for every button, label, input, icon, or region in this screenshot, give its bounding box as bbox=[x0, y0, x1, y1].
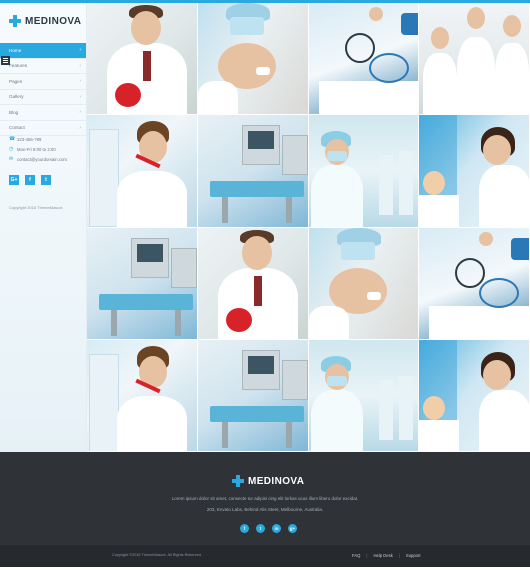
chevron-right-icon: › bbox=[79, 47, 81, 54]
sidebar: MEDINOVA Home › Features › Pages › Galle… bbox=[0, 0, 87, 452]
nav-item-label: Pages bbox=[9, 78, 23, 84]
nav-item-pages[interactable]: Pages › bbox=[0, 74, 86, 90]
nav-item-label: Gallery bbox=[9, 94, 24, 100]
contact-info: ☎ 123-456-789 ◷ Mon-Fri 8:00 to 2:00 ✉ c… bbox=[9, 134, 67, 164]
footer-logo-text: MEDINOVA bbox=[248, 475, 305, 487]
footer-link-support[interactable]: Support bbox=[406, 553, 421, 558]
phone-icon: ☎ bbox=[9, 136, 16, 142]
linkedin-icon[interactable]: in bbox=[272, 524, 281, 533]
chevron-right-icon: › bbox=[79, 109, 81, 116]
footer-address: 203, Envato Labs, Behind Alis Steet, Mel… bbox=[206, 507, 324, 512]
gallery-tile-operating-room[interactable] bbox=[197, 339, 309, 452]
gallery-tile-dentist[interactable] bbox=[308, 227, 420, 340]
sidebar-social: G+ f t bbox=[9, 175, 51, 185]
chevron-right-icon: › bbox=[79, 62, 81, 69]
contact-email-text[interactable]: contact@yourdomain.com bbox=[17, 157, 67, 162]
twitter-icon[interactable]: t bbox=[256, 524, 265, 533]
nav-item-label: Home bbox=[9, 47, 22, 53]
twitter-icon[interactable]: t bbox=[41, 175, 51, 185]
gallery-tile-operating-room[interactable] bbox=[197, 115, 309, 228]
gallery-tile-nurse-lab[interactable] bbox=[87, 339, 198, 452]
menu-toggle-button[interactable] bbox=[1, 56, 10, 65]
gallery-tile-hospital-corridor[interactable] bbox=[308, 115, 420, 228]
nav-item-label: Features bbox=[9, 63, 28, 69]
gallery-tile-nurse-lab[interactable] bbox=[87, 115, 198, 228]
medical-cross-icon bbox=[232, 475, 244, 487]
envelope-icon: ✉ bbox=[9, 156, 14, 162]
footer: MEDINOVA Lorem ipsum dolor sit amet, con… bbox=[0, 452, 530, 545]
gallery-tile-stethoscope[interactable] bbox=[419, 227, 530, 340]
chevron-right-icon: › bbox=[79, 78, 81, 85]
gallery-tile-dentist[interactable] bbox=[197, 3, 309, 116]
nav-item-blog[interactable]: Blog › bbox=[0, 105, 86, 121]
clock-icon: ◷ bbox=[9, 146, 14, 152]
hamburger-line bbox=[3, 58, 8, 59]
logo[interactable]: MEDINOVA bbox=[9, 15, 81, 27]
footer-description: Lorem ipsum dolor sit amet, consecte tur… bbox=[171, 496, 359, 501]
nav-item-gallery[interactable]: Gallery › bbox=[0, 90, 86, 105]
google-plus-icon[interactable]: g+ bbox=[288, 524, 297, 533]
nav-item-home[interactable]: Home › bbox=[0, 43, 86, 59]
facebook-icon[interactable]: f bbox=[240, 524, 249, 533]
sidebar-copyright: Copyright 2016 ThemeMascot bbox=[9, 205, 63, 210]
main-nav: Home › Features › Pages › Gallery › Blog… bbox=[0, 43, 86, 136]
footer-copyright: Copyright ©2016 ThemeMascot. All Rights … bbox=[112, 553, 201, 557]
gallery-tile-hospital-corridor[interactable] bbox=[308, 339, 420, 452]
footer-link-help-desk[interactable]: Help Desk bbox=[373, 553, 392, 558]
gallery-tile-stethoscope[interactable] bbox=[308, 3, 420, 116]
contact-phone-text: 123-456-789 bbox=[17, 136, 42, 142]
chevron-right-icon: › bbox=[79, 124, 81, 131]
medical-cross-icon bbox=[9, 15, 21, 27]
gallery-tile-operating-room[interactable] bbox=[87, 227, 198, 340]
footer-social: f t in g+ bbox=[240, 524, 297, 533]
nav-item-features[interactable]: Features › bbox=[0, 59, 86, 74]
link-separator: | bbox=[366, 553, 368, 558]
contact-email: ✉ contact@yourdomain.com bbox=[9, 154, 67, 164]
footer-logo[interactable]: MEDINOVA bbox=[232, 475, 304, 487]
gallery-tile-child-dentist[interactable] bbox=[419, 115, 530, 228]
gallery-tile-medical-team[interactable] bbox=[419, 3, 530, 116]
footer-link-faq[interactable]: FAQ bbox=[352, 553, 360, 558]
hamburger-line bbox=[3, 60, 8, 61]
nav-item-label: Contact bbox=[9, 125, 25, 131]
facebook-icon[interactable]: f bbox=[25, 175, 35, 185]
contact-hours-text: Mon-Fri 8:00 to 2:00 bbox=[17, 146, 56, 152]
footer-links: FAQ | Help Desk | Support bbox=[352, 553, 421, 558]
contact-hours: ◷ Mon-Fri 8:00 to 2:00 bbox=[9, 144, 67, 154]
google-plus-icon[interactable]: G+ bbox=[9, 175, 19, 185]
chevron-right-icon: › bbox=[79, 93, 81, 100]
bottom-bar: Copyright ©2016 ThemeMascot. All Rights … bbox=[0, 545, 530, 567]
gallery-tile-doctor-heart[interactable] bbox=[87, 3, 198, 116]
logo-text: MEDINOVA bbox=[25, 15, 82, 27]
gallery-tile-child-dentist[interactable] bbox=[419, 339, 530, 452]
nav-item-label: Blog bbox=[9, 109, 19, 115]
gallery-tile-doctor-heart[interactable] bbox=[197, 227, 309, 340]
contact-phone: ☎ 123-456-789 bbox=[9, 134, 67, 144]
photo-gallery bbox=[87, 3, 530, 452]
hamburger-line bbox=[3, 62, 8, 63]
link-separator: | bbox=[398, 553, 400, 558]
top-accent-bar bbox=[0, 0, 530, 3]
